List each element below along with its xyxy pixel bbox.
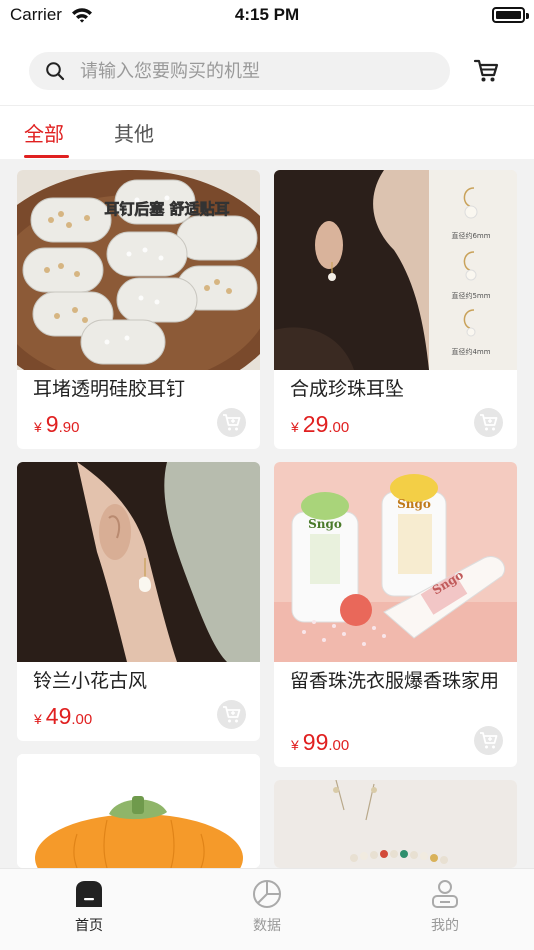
profile-icon: [432, 880, 458, 908]
add-cart-icon: [480, 414, 498, 431]
header: [0, 32, 534, 106]
search-input[interactable]: [80, 52, 440, 90]
tabbar-item-data[interactable]: 数据: [217, 869, 317, 950]
product-title: 耳堵透明硅胶耳钉: [33, 378, 186, 400]
search-bar[interactable]: [29, 52, 450, 90]
product-price: ¥99.00: [291, 729, 350, 755]
product-card[interactable]: 耳钉后塞 舒适贴耳 耳堵透明硅胶耳钉 ¥9.90: [17, 170, 260, 449]
product-image: [17, 754, 260, 868]
tabbar-label: 数据: [253, 918, 281, 934]
product-price: ¥49.00: [34, 703, 93, 729]
add-to-cart-button[interactable]: [217, 700, 246, 729]
category-tabs: 全部 其他: [0, 106, 534, 159]
add-to-cart-button[interactable]: [217, 408, 246, 437]
product-title: 留香珠洗衣服爆香珠家用: [290, 670, 500, 692]
svg-text:直径约6mm: 直径约6mm: [451, 231, 490, 240]
status-bar: Carrier 4:15 PM: [0, 0, 534, 32]
add-cart-icon: [223, 414, 241, 431]
clock: 4:15 PM: [234, 5, 300, 24]
search-icon: [46, 62, 65, 81]
product-card[interactable]: 铃兰小花古风 ¥49.00: [17, 462, 260, 741]
product-card[interactable]: [17, 754, 260, 868]
product-image: [274, 780, 517, 868]
product-image: [17, 462, 260, 662]
svg-text:直径约4mm: 直径约4mm: [451, 347, 490, 356]
image-caption: 耳钉后塞 舒适贴耳: [104, 200, 229, 218]
add-cart-icon: [223, 706, 241, 723]
product-title: 铃兰小花古风: [33, 670, 148, 692]
bottom-tab-bar: 首页 数据 我的: [0, 868, 534, 950]
product-price: ¥9.90: [34, 411, 80, 437]
tabbar-label: 我的: [431, 918, 459, 934]
svg-text:Sngo: Sngo: [397, 497, 431, 511]
chart-icon: [253, 880, 281, 908]
product-card[interactable]: [274, 780, 517, 868]
product-image: 直径约6mm 直径约5mm 直径约4mm: [274, 170, 517, 370]
product-image: Sngo Sngo Sngo: [274, 462, 517, 662]
add-to-cart-button[interactable]: [474, 408, 503, 437]
battery-icon: [492, 7, 529, 23]
tabbar-item-profile[interactable]: 我的: [395, 869, 495, 950]
add-to-cart-button[interactable]: [474, 726, 503, 755]
svg-text:Sngo: Sngo: [308, 517, 342, 531]
tabbar-label: 首页: [75, 918, 103, 934]
product-title: 合成珍珠耳坠: [290, 378, 405, 400]
tabbar-item-home[interactable]: 首页: [39, 869, 139, 950]
product-card[interactable]: 直径约6mm 直径约5mm 直径约4mm 合成珍珠耳坠 ¥29.00: [274, 170, 517, 449]
product-price: ¥29.00: [291, 411, 350, 437]
active-tab-indicator: [24, 155, 69, 158]
product-card[interactable]: Sngo Sngo Sngo 留香珠洗衣服爆香珠家用 ¥99.00: [274, 462, 517, 767]
add-cart-icon: [480, 732, 498, 749]
home-icon: [76, 881, 102, 907]
cart-icon[interactable]: [473, 58, 499, 84]
product-image: 耳钉后塞 舒适贴耳: [17, 170, 260, 370]
tab-other[interactable]: 其他: [114, 118, 154, 147]
svg-text:直径约5mm: 直径约5mm: [451, 291, 490, 300]
tab-all[interactable]: 全部: [24, 118, 64, 147]
